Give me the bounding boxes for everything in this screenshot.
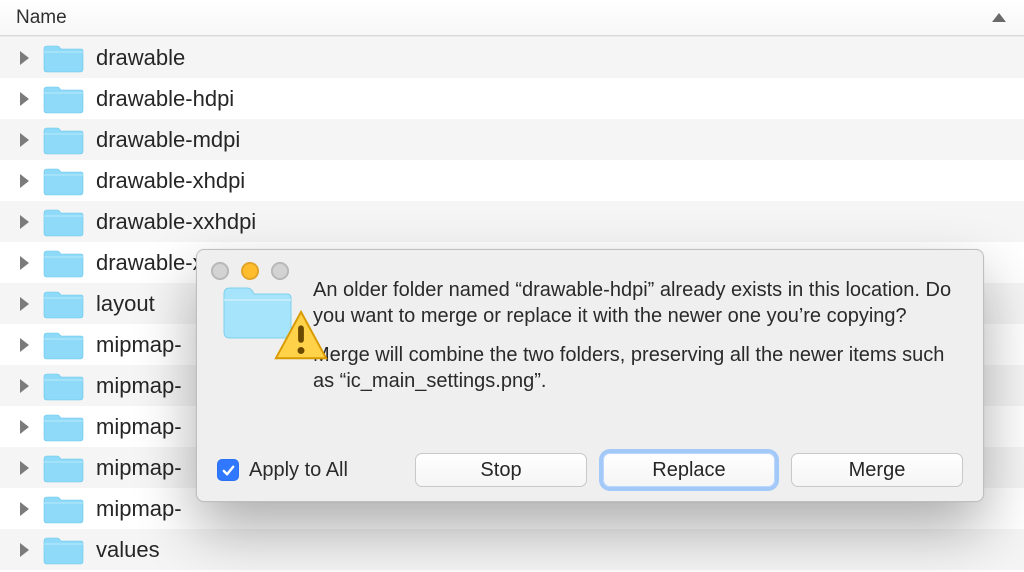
stop-button[interactable]: Stop: [415, 453, 587, 487]
folder-icon: [42, 166, 84, 196]
disclosure-triangle-icon[interactable]: [14, 256, 34, 270]
folder-name-label: layout: [96, 291, 155, 317]
folder-row[interactable]: drawable-hdpi: [0, 78, 1024, 119]
folder-icon: [42, 248, 84, 278]
folder-name-label: mipmap-: [96, 332, 182, 358]
merge-replace-dialog: An older folder named “drawable-hdpi” al…: [196, 249, 984, 502]
stop-button-label: Stop: [480, 459, 521, 482]
folder-icon: [42, 535, 84, 565]
folder-row[interactable]: values: [0, 529, 1024, 570]
folder-icon: [42, 494, 84, 524]
folder-icon: [42, 289, 84, 319]
folder-name-label: drawable-mdpi: [96, 127, 240, 153]
disclosure-triangle-icon[interactable]: [14, 297, 34, 311]
dialog-message: An older folder named “drawable-hdpi” al…: [297, 278, 959, 408]
folder-name-label: values: [96, 537, 160, 563]
disclosure-triangle-icon[interactable]: [14, 420, 34, 434]
apply-to-all-checkbox[interactable]: Apply to All: [217, 459, 348, 482]
disclosure-triangle-icon[interactable]: [14, 215, 34, 229]
column-header-label: Name: [16, 7, 990, 29]
folder-icon: [42, 453, 84, 483]
dialog-message-primary: An older folder named “drawable-hdpi” al…: [313, 278, 959, 329]
disclosure-triangle-icon[interactable]: [14, 338, 34, 352]
checkbox-checked-icon: [217, 459, 239, 481]
dialog-folder-icon: [221, 278, 297, 408]
folder-name-label: mipmap-: [96, 373, 182, 399]
folder-name-label: mipmap-: [96, 414, 182, 440]
folder-name-label: drawable: [96, 45, 185, 71]
disclosure-triangle-icon[interactable]: [14, 51, 34, 65]
folder-icon: [42, 43, 84, 73]
folder-icon: [42, 330, 84, 360]
folder-row[interactable]: drawable-xxhdpi: [0, 201, 1024, 242]
column-header[interactable]: Name: [0, 0, 1024, 36]
disclosure-triangle-icon[interactable]: [14, 543, 34, 557]
folder-name-label: mipmap-: [96, 496, 182, 522]
folder-row[interactable]: drawable-xhdpi: [0, 160, 1024, 201]
disclosure-triangle-icon[interactable]: [14, 92, 34, 106]
folder-name-label: drawable-xxhdpi: [96, 209, 256, 235]
merge-button-label: Merge: [849, 459, 906, 482]
apply-to-all-label: Apply to All: [249, 459, 348, 482]
folder-name-label: drawable-hdpi: [96, 86, 234, 112]
disclosure-triangle-icon[interactable]: [14, 461, 34, 475]
disclosure-triangle-icon[interactable]: [14, 379, 34, 393]
replace-button-label: Replace: [652, 459, 725, 482]
warning-badge-icon: [265, 308, 337, 366]
dialog-message-secondary: Merge will combine the two folders, pres…: [313, 343, 959, 394]
folder-name-label: mipmap-: [96, 455, 182, 481]
folder-icon: [42, 207, 84, 237]
disclosure-triangle-icon[interactable]: [14, 502, 34, 516]
folder-icon: [42, 125, 84, 155]
folder-icon: [42, 84, 84, 114]
folder-row[interactable]: drawable: [0, 37, 1024, 78]
replace-button[interactable]: Replace: [603, 453, 775, 487]
folder-row[interactable]: drawable-mdpi: [0, 119, 1024, 160]
disclosure-triangle-icon[interactable]: [14, 133, 34, 147]
folder-icon: [42, 412, 84, 442]
merge-button[interactable]: Merge: [791, 453, 963, 487]
folder-icon: [42, 371, 84, 401]
folder-name-label: drawable-xhdpi: [96, 168, 245, 194]
disclosure-triangle-icon[interactable]: [14, 174, 34, 188]
sort-ascending-icon: [990, 9, 1008, 27]
